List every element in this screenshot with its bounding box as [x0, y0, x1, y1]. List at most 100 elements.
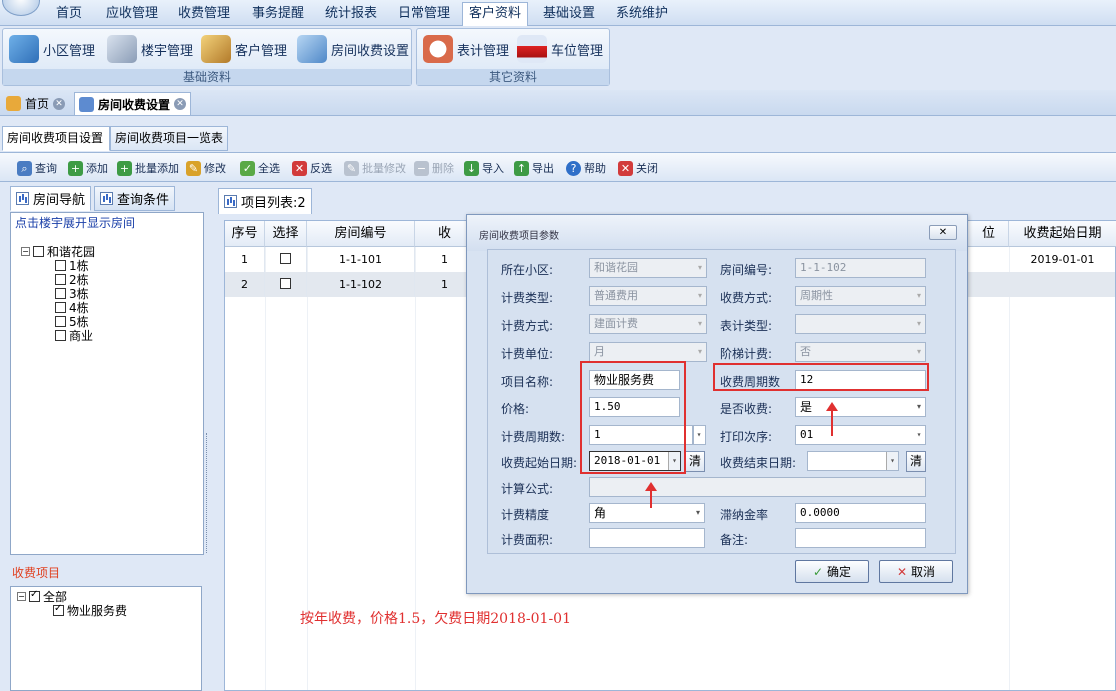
column-header[interactable]: 选择 [265, 221, 307, 247]
clear-end-date-button[interactable]: 清 [906, 451, 926, 472]
tab-fee-item-settings[interactable]: 房间收费项目设置 [2, 126, 110, 151]
precision-select[interactable]: 角 ▾ [589, 503, 705, 523]
menu-daily[interactable]: 日常管理 [392, 3, 456, 24]
tab-room-nav[interactable]: 房间导航 [10, 186, 92, 211]
help-button[interactable]: ? 帮助 [566, 159, 606, 177]
cancel-button[interactable]: ✕ 取消 [879, 560, 953, 583]
app-logo[interactable] [2, 0, 40, 16]
splitter[interactable] [206, 433, 212, 553]
menu-basic-settings[interactable]: 基础设置 [537, 3, 601, 24]
formula-field[interactable] [589, 477, 926, 497]
menu-receivables[interactable]: 应收管理 [100, 3, 164, 24]
batch-edit-label: 批量修改 [362, 162, 406, 175]
column-header[interactable]: 位 [969, 221, 1009, 247]
edit-button[interactable]: ✎ 修改 [186, 159, 226, 177]
tiered-select[interactable]: 否 ▾ [795, 342, 926, 362]
dialog-close-button[interactable]: ✕ [929, 225, 957, 240]
is-collect-select[interactable]: 是 ▾ [795, 397, 926, 417]
late-rate-field[interactable]: 0.0000 [795, 503, 926, 523]
import-button[interactable]: ↓ 导入 [464, 159, 504, 177]
remark-field[interactable] [795, 528, 926, 548]
checkbox[interactable] [55, 288, 66, 299]
chevron-down-icon: ▾ [916, 430, 922, 439]
fee-type-label: 计费类型: [501, 291, 554, 305]
column-header[interactable]: 序号 [225, 221, 265, 247]
checkbox[interactable] [55, 260, 66, 271]
checkbox[interactable] [55, 302, 66, 313]
row-select[interactable] [265, 272, 307, 297]
end-date-picker[interactable]: ▾ [807, 451, 899, 471]
ok-button[interactable]: ✓ 确定 [795, 560, 869, 583]
tab-fee-item-list[interactable]: 房间收费项目一览表 [110, 126, 228, 151]
close-icon[interactable]: ✕ [53, 97, 66, 110]
print-order-select[interactable]: 01 ▾ [795, 425, 926, 445]
checkbox[interactable] [55, 316, 66, 327]
checkbox[interactable] [55, 274, 66, 285]
menu-system[interactable]: 系统维护 [610, 3, 674, 24]
parking-button[interactable]: 车位管理 [517, 33, 603, 65]
close-button[interactable]: ✕ 关闭 [618, 159, 658, 177]
chevron-down-icon: ▾ [696, 430, 702, 439]
fee-item-tree: − 全部 物业服务费 [10, 586, 202, 691]
batch-add-button[interactable]: + 批量添加 [117, 159, 179, 177]
collapse-icon[interactable]: − [21, 247, 30, 256]
fee-node[interactable]: 物业服务费 [53, 602, 127, 619]
unit-select[interactable]: 月 ▾ [589, 342, 707, 362]
checkbox[interactable] [55, 330, 66, 341]
collapse-icon[interactable]: − [17, 592, 26, 601]
chart-icon [100, 192, 113, 205]
add-icon: + [68, 160, 83, 176]
tab-query-conditions[interactable]: 查询条件 [94, 186, 176, 211]
delete-button[interactable]: − 删除 [414, 159, 454, 177]
add-button[interactable]: + 添加 [68, 159, 108, 177]
export-button[interactable]: ↑ 导出 [514, 159, 554, 177]
doc-tab-home[interactable]: 首页 ✕ [2, 92, 69, 115]
meter-button[interactable]: 表计管理 [423, 33, 509, 65]
area-field[interactable] [589, 528, 705, 548]
community-select[interactable]: 和谐花园 ▾ [589, 258, 707, 278]
community-value: 和谐花园 [594, 261, 638, 274]
meter-type-select[interactable]: ▾ [795, 314, 926, 334]
print-order-value: 01 [800, 428, 814, 441]
community-button[interactable]: 小区管理 [9, 33, 95, 65]
query-button[interactable]: ⌕ 查询 [17, 159, 57, 177]
invert-button[interactable]: ✕ 反选 [292, 159, 332, 177]
building-button[interactable]: 楼宇管理 [107, 33, 193, 65]
checkbox[interactable] [280, 278, 291, 289]
collect-mode-select[interactable]: 周期性 ▾ [795, 286, 926, 306]
checkbox[interactable] [53, 603, 64, 616]
menu-customer-info[interactable]: 客户资料 [462, 2, 529, 26]
dialog-titlebar[interactable]: 房间收费项目参数 ✕ [467, 215, 967, 251]
arrow-icon [645, 482, 657, 508]
tab-room-nav-label: 房间导航 [33, 193, 86, 208]
calc-cycles-dropdown[interactable]: ▾ [693, 425, 706, 445]
customer-button[interactable]: 客户管理 [201, 33, 287, 65]
doc-tab-room-fee-label: 房间收费设置 [98, 97, 171, 112]
menu-reports[interactable]: 统计报表 [319, 3, 383, 24]
x-icon: ✕ [896, 564, 908, 579]
doc-tab-room-fee[interactable]: 房间收费设置 ✕ [74, 92, 192, 115]
menu-charges[interactable]: 收费管理 [172, 3, 236, 24]
checkbox[interactable] [280, 253, 291, 264]
doc-tab-home-label: 首页 [25, 97, 50, 111]
column-header[interactable]: 房间编号 [307, 221, 415, 247]
fee-type-select[interactable]: 普通费用 ▾ [589, 286, 707, 306]
menu-home[interactable]: 首页 [50, 3, 88, 24]
menu-reminders[interactable]: 事务提醒 [246, 3, 310, 24]
delete-label: 删除 [432, 162, 454, 175]
room-fee-settings-button[interactable]: 房间收费设置 [297, 33, 409, 65]
room-no-field[interactable]: 1-1-102 [795, 258, 926, 278]
clear-start-date-button[interactable]: 清 [685, 451, 705, 472]
select-all-button[interactable]: ✓ 全选 [240, 159, 280, 177]
tab-item-list[interactable]: 项目列表:2 [218, 188, 312, 214]
calc-mode-select[interactable]: 建面计费 ▾ [589, 314, 707, 334]
main-menu-bar: 首页 应收管理 收费管理 事务提醒 统计报表 日常管理 客户资料 基础设置 系统… [0, 0, 1116, 26]
checkbox[interactable] [29, 589, 40, 602]
close-icon[interactable]: ✕ [174, 98, 187, 110]
checkbox[interactable] [33, 246, 44, 257]
calc-mode-label: 计费方式: [501, 319, 554, 333]
column-header[interactable]: 收费起始日期 [1009, 221, 1116, 247]
row-select[interactable] [265, 247, 307, 272]
tree-node[interactable]: 商业 [55, 327, 93, 344]
batch-edit-button[interactable]: ✎ 批量修改 [344, 159, 406, 177]
